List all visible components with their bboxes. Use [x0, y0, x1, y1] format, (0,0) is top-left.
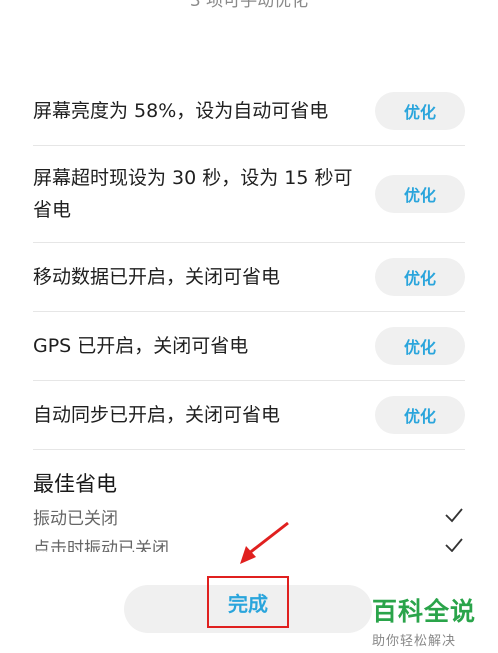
- best-saving-title: 最佳省电: [33, 472, 117, 496]
- list-item: 移动数据已开启，关闭可省电 优化: [33, 243, 465, 312]
- optimize-button[interactable]: 优化: [375, 327, 465, 365]
- item-label: 自动同步已开启，关闭可省电: [33, 404, 281, 426]
- watermark-subtitle: 助你轻松解决: [372, 634, 457, 649]
- best-saving-label: 点击时振动已关闭: [33, 539, 169, 552]
- item-label: 移动数据已开启，关闭可省电: [33, 266, 281, 288]
- watermark-logo: 百科全说 助你轻松解决: [372, 592, 476, 649]
- optimize-button[interactable]: 优化: [375, 91, 465, 130]
- optimize-list: 屏幕亮度为 58%，设为自动可省电 优化 屏幕超时现设为 30 秒，设为 15 …: [33, 76, 465, 450]
- header-cut-text: 3 项可手动优化: [189, 0, 309, 11]
- list-item: 自动同步已开启，关闭可省电 优化: [33, 381, 465, 450]
- item-label: GPS 已开启，关闭可省电: [33, 335, 249, 357]
- item-label: 屏幕亮度为 58%，设为自动可省电: [33, 99, 329, 122]
- checkmark-icon: [445, 538, 463, 552]
- checkmark-icon: [445, 508, 463, 523]
- best-saving-label: 振动已关闭: [33, 509, 118, 529]
- list-item: GPS 已开启，关闭可省电 优化: [33, 312, 465, 381]
- optimize-button[interactable]: 优化: [375, 175, 465, 213]
- item-label: 屏幕超时现设为 30 秒，设为 15 秒可省电: [33, 167, 353, 221]
- done-button-label[interactable]: 完成: [207, 576, 289, 628]
- watermark-title: 百科全说: [372, 597, 477, 626]
- list-item: 屏幕超时现设为 30 秒，设为 15 秒可省电 优化: [33, 146, 465, 243]
- optimize-button[interactable]: 优化: [375, 396, 465, 434]
- arrow-indicator-icon: [240, 521, 289, 564]
- optimize-button[interactable]: 优化: [375, 258, 465, 296]
- list-item: 屏幕亮度为 58%，设为自动可省电 优化: [33, 76, 465, 146]
